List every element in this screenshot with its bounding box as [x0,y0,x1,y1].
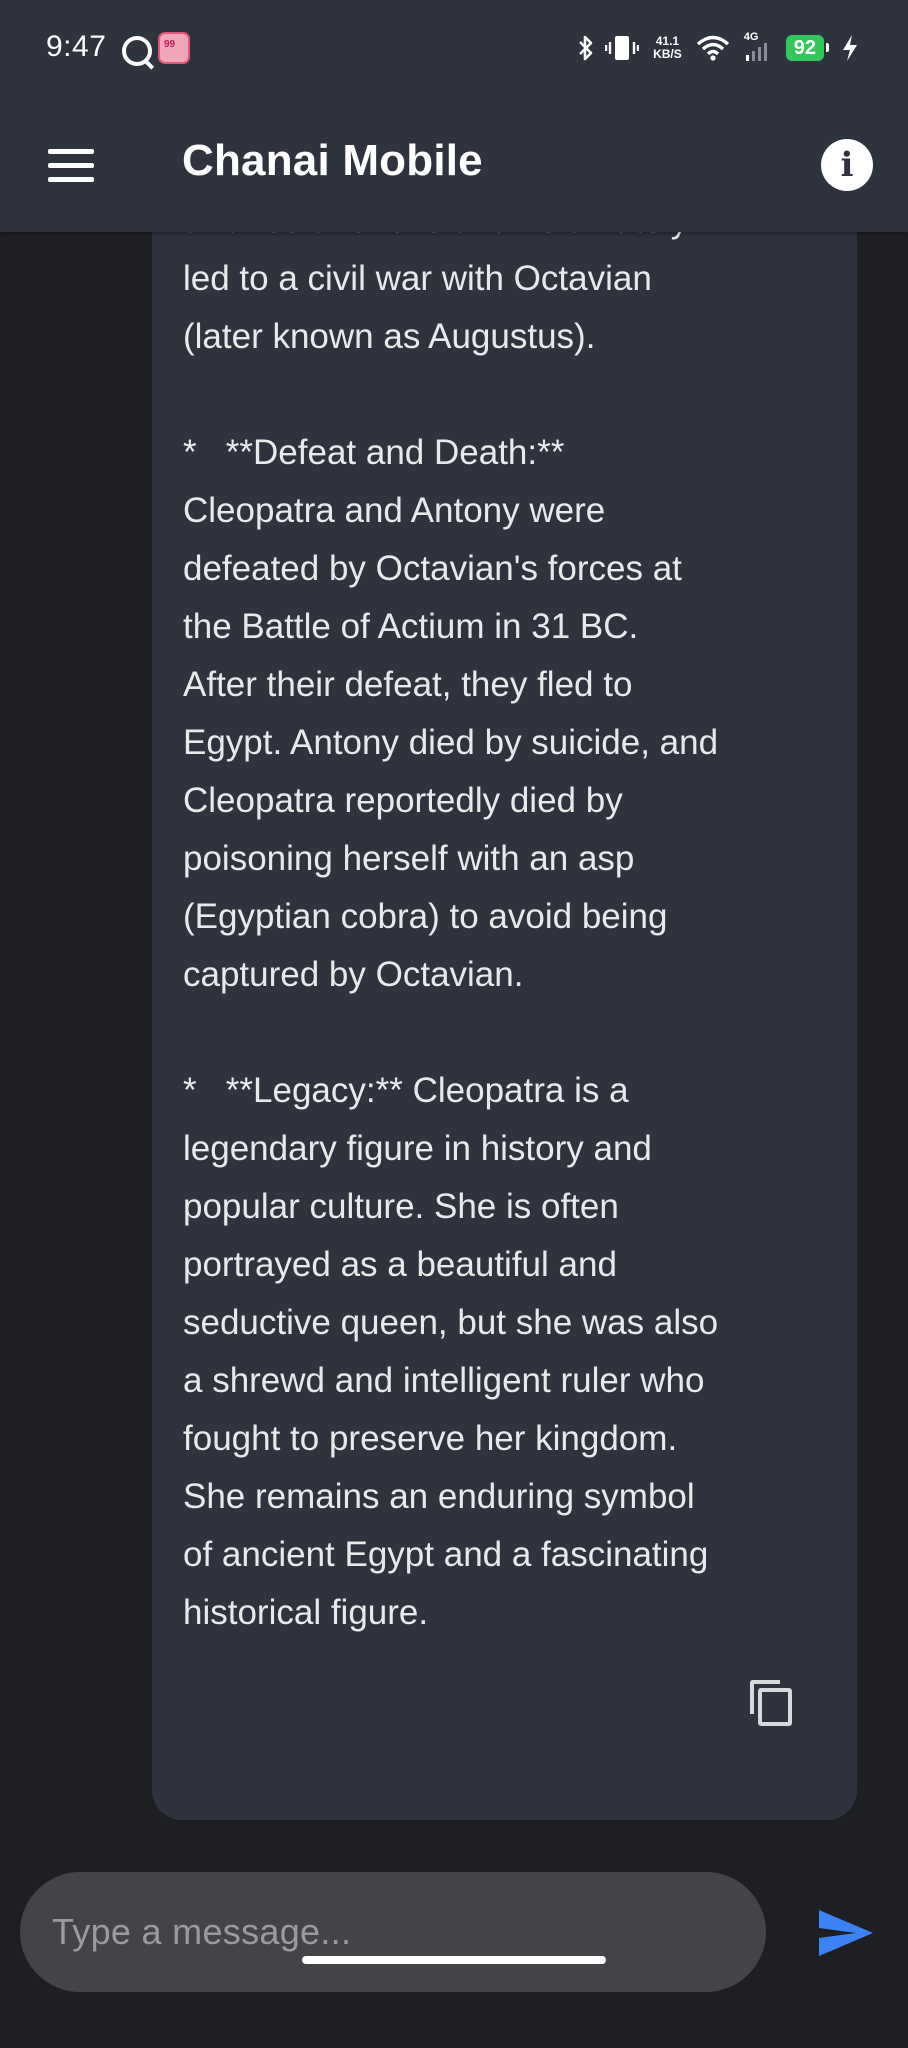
message-line: * **Legacy:** Cleopatra is a [183,1071,629,1110]
charging-icon [843,35,857,61]
app-bar: Chanai Mobile [0,100,908,232]
message-line: historical figure. [183,1593,429,1632]
message-line: (Egyptian cobra) to avoid being [183,897,668,936]
composer: Type a message... [0,1832,908,2048]
message-line: captured by Octavian. [183,955,524,994]
copy-button[interactable] [746,1676,792,1726]
message-line [183,366,853,424]
wifi-icon [696,35,729,61]
signal-icon: 4G [740,31,776,63]
message-line: portrayed as a beautiful and [183,1245,617,1284]
message-line [183,1004,853,1062]
message-line: Cleopatra reportedly died by [183,781,623,820]
info-icon: i [840,145,854,185]
message-line: Egypt. Antony died by suicide, and [183,723,719,762]
search-notification-icon [122,36,152,66]
message-input-placeholder: Type a message... [52,1911,352,1952]
app-title: Chanai Mobile [182,136,483,185]
message-line: poisoning herself with an asp [183,839,635,878]
menu-button[interactable] [40,140,104,190]
message-line: led to a civil war with Octavian [183,259,652,298]
message-line: After their defeat, they fled to [183,665,633,704]
assistant-message-bubble: alliance and love affair ultimately led t… [152,232,857,1820]
home-indicator[interactable] [302,1956,606,1964]
message-line: * **Defeat and Death:** [183,433,565,472]
battery-indicator: 92 [785,35,830,61]
message-line: a shrewd and intelligent ruler who [183,1361,705,1400]
message-line: popular culture. She is often [183,1187,619,1226]
send-button[interactable] [816,1906,876,1960]
message-line: fought to preserve her kingdom. [183,1419,678,1458]
status-icons: 41.1 KB/S 4G 92 [577,28,860,68]
message-line: She remains an enduring symbol [183,1477,695,1516]
app-notification-badge: 99 [164,39,176,50]
message-line: defeated by Octavian's forces at [183,549,682,588]
vibrate-icon [605,36,640,60]
screen: 9:47 99 41.1 KB/S 4G 92 Chanai Mobile i … [0,0,908,2048]
network-speed: 41.1 KB/S [653,35,682,61]
status-bar: 9:47 99 41.1 KB/S 4G 92 [0,0,908,100]
message-line: alliance and love affair ultimately [183,232,853,250]
network-speed-unit: KB/S [653,47,682,61]
message-line: legendary figure in history and [183,1129,652,1168]
bluetooth-icon [579,35,593,61]
send-icon [819,1910,873,1956]
chat-area[interactable]: alliance and love affair ultimately led t… [0,232,908,1832]
message-line: seductive queen, but she was also [183,1303,719,1342]
message-line: Cleopatra and Antony were [183,491,606,530]
status-time: 9:47 [46,30,107,63]
message-line: (later known as Augustus). [183,317,596,356]
message-text: alliance and love affair ultimately led t… [183,232,853,1642]
message-line: the Battle of Actium in 31 BC. [183,607,639,646]
info-button[interactable]: i [821,139,873,191]
message-input[interactable]: Type a message... [20,1872,766,1992]
app-notification-icon: 99 [158,32,190,64]
message-line: of ancient Egypt and a fascinating [183,1535,709,1574]
